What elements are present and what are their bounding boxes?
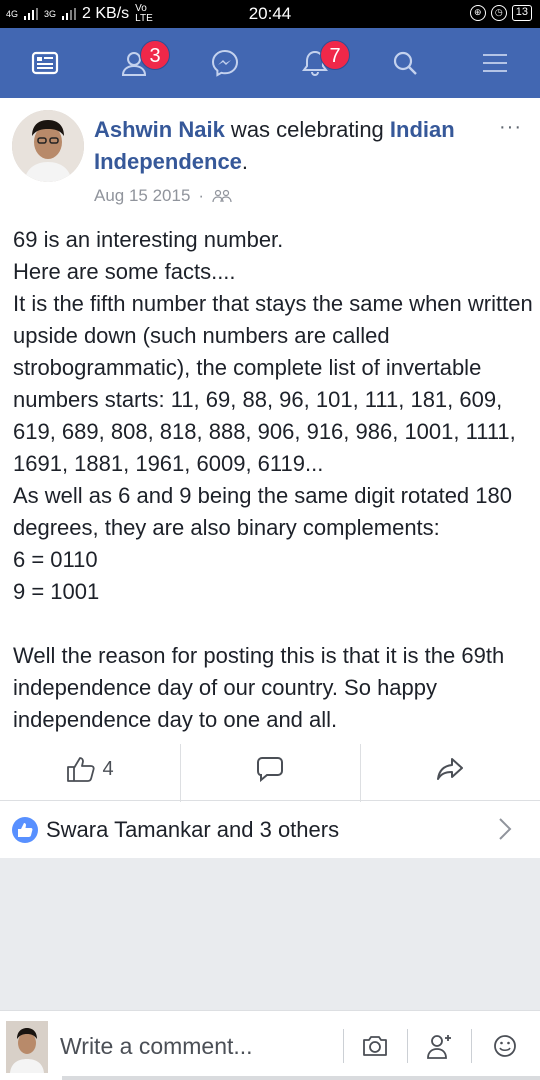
like-button[interactable]: 4 (0, 738, 180, 800)
camera-icon (363, 1036, 387, 1056)
my-avatar (6, 1021, 48, 1073)
news-feed-icon (31, 51, 59, 75)
post-actions: 4 (0, 738, 540, 802)
comment-composer: Write a comment... (0, 1010, 540, 1080)
tag-friend-icon (427, 1035, 451, 1059)
like-icon (67, 757, 96, 782)
chevron-right-icon (499, 818, 512, 840)
clock: 20:44 (248, 4, 292, 23)
tag-friend-button[interactable] (420, 1027, 460, 1065)
profile-photo-icon (12, 110, 84, 182)
post-meta: Aug 15 2015 · (94, 186, 232, 206)
menu-tab[interactable] (450, 28, 540, 98)
comment-button[interactable] (180, 738, 360, 800)
composer-divider (471, 1029, 472, 1063)
friends-icon (212, 189, 232, 203)
author-name-link[interactable]: Ashwin Naik (94, 117, 225, 142)
status-bar: 4G 3G 2 KB/s Vo LTE 20:44 ⊕ ◷ 13 (0, 0, 540, 28)
comment-input[interactable]: Write a comment... (60, 1033, 253, 1060)
comment-icon (257, 757, 283, 783)
composer-divider (407, 1029, 408, 1063)
post-body: 69 is an interesting number. Here are so… (13, 227, 533, 732)
top-nav-bar: 3 7 (0, 28, 540, 98)
notifications-tab[interactable]: 7 (270, 28, 360, 98)
like-reaction-icon (12, 817, 38, 843)
post-card: Ashwin Naik was celebrating Indian Indep… (0, 98, 540, 858)
share-icon (437, 758, 463, 780)
lock-rotation-icon: ⊕ (469, 5, 486, 21)
profile-photo-icon (6, 1021, 48, 1073)
meta-separator: · (198, 186, 205, 205)
news-feed-tab[interactable] (0, 28, 90, 98)
menu-icon (483, 54, 507, 72)
camera-button[interactable] (355, 1027, 395, 1065)
friend-requests-tab[interactable]: 3 (90, 28, 180, 98)
headline-suffix: . (241, 149, 249, 174)
emoji-button[interactable] (485, 1027, 525, 1065)
messenger-tab[interactable] (180, 28, 270, 98)
reactions-summary[interactable]: Swara Tamankar and 3 others (0, 801, 540, 859)
battery-indicator: 13 (511, 5, 532, 21)
composer-divider (343, 1029, 344, 1063)
author-avatar[interactable] (12, 110, 84, 182)
reactions-text: Swara Tamankar and 3 others (46, 817, 340, 842)
search-tab[interactable] (360, 28, 450, 98)
post-headline: Ashwin Naik was celebrating Indian Indep… (94, 114, 494, 178)
messenger-icon (211, 49, 239, 77)
post-date[interactable]: Aug 15 2015 (94, 186, 190, 206)
headline-action: was celebrating (224, 117, 390, 142)
alarm-icon: ◷ (490, 5, 507, 21)
composer-bottom-bar (62, 1076, 540, 1080)
post-options-icon[interactable]: ··· (499, 117, 522, 137)
friend-requests-badge: 3 (140, 40, 170, 70)
like-count: 4 (102, 757, 114, 780)
share-button[interactable] (360, 738, 540, 800)
emoji-icon (494, 1035, 516, 1057)
search-icon (393, 51, 417, 75)
notifications-badge: 7 (320, 40, 350, 70)
